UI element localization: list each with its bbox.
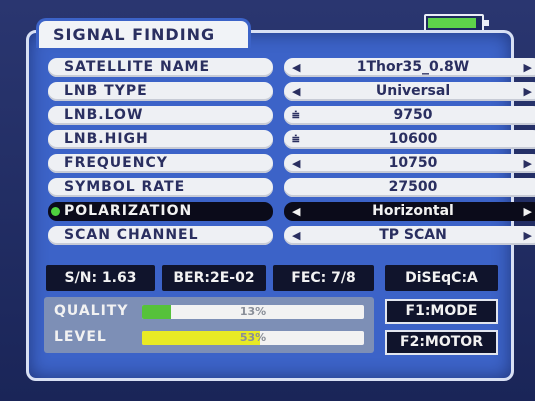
level-percent: 53%: [239, 331, 267, 344]
menu-row-value[interactable]: ◀ ▶ 1Thor35_0.8W: [284, 58, 535, 77]
quality-label: QUALITY: [54, 303, 129, 319]
menu-row-label: LNB TYPE: [48, 82, 273, 101]
numeric-entry-icon: ⩧: [292, 132, 300, 147]
level-label: LEVEL: [54, 329, 107, 345]
f2-motor-button[interactable]: F2:MOTOR: [385, 330, 498, 355]
menu-row-value[interactable]: ◀ ▶ TP SCAN: [284, 226, 535, 245]
menu-row-label: LNB.LOW: [48, 106, 273, 125]
arrow-right-icon[interactable]: ▶: [524, 154, 532, 173]
menu-row-label: SCAN CHANNEL: [48, 226, 273, 245]
diseqc-readout: DiSEqC:A: [385, 265, 498, 291]
arrow-left-icon[interactable]: ◀: [292, 202, 300, 221]
menu-row-value[interactable]: ◀ ▶ 10750: [284, 154, 535, 173]
snr-readout: S/N: 1.63: [46, 265, 155, 291]
quality-bar: 13%: [142, 305, 364, 319]
menu-row-label: SYMBOL RATE: [48, 178, 273, 197]
signal-meters: QUALITY 13% LEVEL 53%: [44, 297, 374, 353]
menu-row-value[interactable]: ◀ ▶ Universal: [284, 82, 535, 101]
level-bar: 53%: [142, 331, 364, 345]
menu-row-label: FREQUENCY: [48, 154, 273, 173]
menu-row-value[interactable]: ⩧ 10600: [284, 130, 535, 149]
arrow-left-icon[interactable]: ◀: [292, 226, 300, 245]
menu-row-value[interactable]: ⩧ 9750: [284, 106, 535, 125]
arrow-left-icon[interactable]: ◀: [292, 154, 300, 173]
selection-indicator-icon: [51, 207, 60, 216]
arrow-right-icon[interactable]: ▶: [524, 58, 532, 77]
quality-percent: 13%: [239, 305, 267, 318]
menu-row-label: SATELLITE NAME: [48, 58, 273, 77]
numeric-entry-icon: ⩧: [292, 108, 300, 123]
page-title: SIGNAL FINDING: [36, 18, 251, 48]
menu-row-label: POLARIZATION: [48, 202, 273, 221]
menu-row-value[interactable]: 27500: [284, 178, 535, 197]
arrow-right-icon[interactable]: ▶: [524, 82, 532, 101]
f1-mode-button[interactable]: F1:MODE: [385, 299, 498, 324]
arrow-right-icon[interactable]: ▶: [524, 202, 532, 221]
menu-row-value[interactable]: ◀ ▶ Horizontal: [284, 202, 535, 221]
arrow-left-icon[interactable]: ◀: [292, 58, 300, 77]
ber-readout: BER:2E-02: [162, 265, 266, 291]
arrow-left-icon[interactable]: ◀: [292, 82, 300, 101]
menu-row-label: LNB.HIGH: [48, 130, 273, 149]
fec-readout: FEC: 7/8: [273, 265, 374, 291]
arrow-right-icon[interactable]: ▶: [524, 226, 532, 245]
